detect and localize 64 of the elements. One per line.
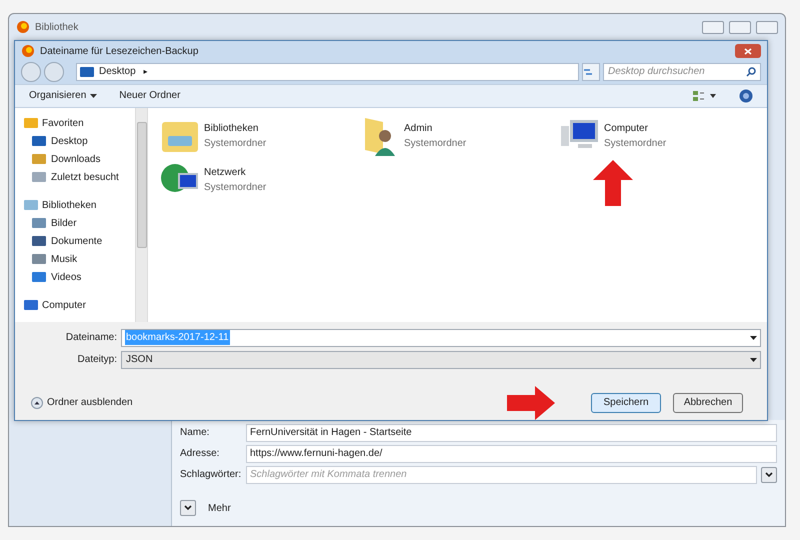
folder-item[interactable]: Netzwerk Systemordner bbox=[160, 160, 360, 200]
address-bar[interactable]: Desktop ▸ bbox=[76, 62, 579, 81]
dialog-button[interactable]: Abbrechen bbox=[673, 392, 743, 413]
item-name: Bibliotheken bbox=[204, 122, 260, 136]
annotation-arrow bbox=[593, 160, 633, 206]
chevron-up-icon bbox=[31, 396, 43, 409]
folder-item[interactable]: Admin Systemordner bbox=[360, 116, 560, 156]
text-field[interactable]: Schlagwörter mit Kommata trennen bbox=[246, 466, 757, 484]
window-title: Bibliothek bbox=[35, 20, 78, 34]
item-type: Systemordner bbox=[204, 180, 266, 195]
field-label: Schlagwörter: bbox=[180, 468, 242, 482]
sidebar-group[interactable]: Computer bbox=[23, 298, 135, 313]
item-name: Netzwerk bbox=[204, 166, 247, 180]
dialog-button[interactable]: Speichern bbox=[591, 392, 661, 413]
field-label: Dateityp: bbox=[76, 353, 117, 368]
sidebar-item[interactable]: Musik bbox=[23, 252, 135, 267]
search-field[interactable]: Desktop durchsuchen bbox=[603, 62, 761, 81]
chevron-icon bbox=[184, 505, 192, 511]
toolbar-button[interactable]: Neuer Ordner bbox=[119, 88, 180, 104]
scrollbar[interactable] bbox=[135, 108, 148, 322]
sidebar-item[interactable]: Zuletzt besucht bbox=[23, 170, 135, 185]
filetype-select[interactable]: JSON bbox=[121, 350, 761, 369]
item-type: Systemordner bbox=[604, 136, 666, 151]
field-label: Name: bbox=[180, 426, 210, 440]
dialog-title: Dateiname für Lesezeichen-Backup bbox=[40, 44, 198, 59]
refresh-button[interactable] bbox=[582, 62, 600, 81]
close-button[interactable] bbox=[756, 20, 778, 34]
sidebar-group[interactable]: Favoriten bbox=[23, 116, 135, 131]
search-icon bbox=[746, 66, 756, 77]
sidebar-group[interactable]: Bibliotheken bbox=[23, 198, 135, 213]
field-label: Adresse: bbox=[180, 447, 220, 461]
item-name: Computer bbox=[604, 122, 649, 136]
maximize-button[interactable] bbox=[729, 20, 751, 34]
breadcrumb: Desktop bbox=[99, 65, 136, 80]
sidebar-item[interactable]: Bilder bbox=[23, 216, 135, 231]
annotation-arrow bbox=[507, 386, 555, 420]
view-options-icon[interactable] bbox=[693, 90, 717, 101]
field-label: Dateiname: bbox=[64, 331, 117, 346]
sidebar-item[interactable]: Downloads bbox=[23, 152, 135, 167]
item-type: Systemordner bbox=[404, 136, 466, 151]
text-field[interactable]: FernUniversität in Hagen - Startseite bbox=[246, 424, 777, 442]
breadcrumb-separator: ▸ bbox=[144, 66, 148, 78]
close-button[interactable] bbox=[735, 44, 761, 58]
sidebar-item[interactable]: Desktop bbox=[23, 134, 135, 149]
expand-button[interactable] bbox=[180, 500, 196, 516]
minimize-button[interactable] bbox=[702, 20, 724, 34]
close-icon bbox=[744, 48, 752, 55]
item-type: Systemordner bbox=[204, 136, 266, 151]
sidebar-item[interactable]: Dokumente bbox=[23, 234, 135, 249]
hide-folders-button[interactable]: Ordner ausblenden bbox=[31, 395, 133, 410]
caret-icon bbox=[750, 336, 757, 340]
chevron-icon bbox=[765, 472, 773, 478]
help-icon[interactable] bbox=[739, 88, 753, 103]
caret-icon bbox=[90, 94, 98, 98]
text-field[interactable]: https://www.fernuni-hagen.de/ bbox=[246, 444, 777, 462]
sidebar-item[interactable]: Videos bbox=[23, 270, 135, 285]
user-folder-icon bbox=[363, 116, 397, 156]
more-label: Mehr bbox=[208, 502, 231, 516]
toolbar-button[interactable]: Organisieren bbox=[29, 88, 98, 104]
dropdown-button[interactable] bbox=[761, 466, 777, 482]
item-name: Admin bbox=[404, 122, 434, 136]
folder-item[interactable]: Computer Systemordner bbox=[560, 116, 760, 156]
caret-icon bbox=[750, 358, 757, 362]
folder-item[interactable]: Bibliotheken Systemordner bbox=[160, 116, 360, 156]
